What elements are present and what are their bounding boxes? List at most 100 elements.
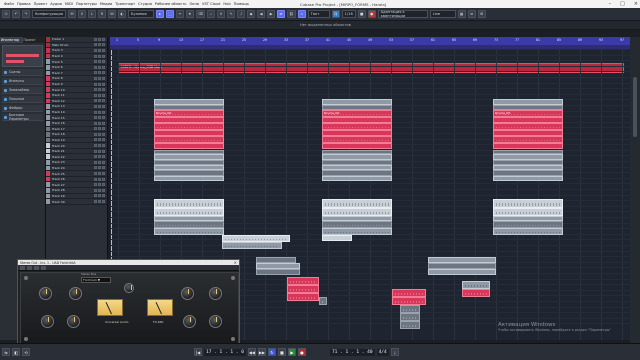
mute-track-button[interactable]	[94, 144, 97, 148]
record-track-button[interactable]	[102, 183, 105, 187]
listen-button[interactable]: L	[88, 10, 96, 18]
mute-track-button[interactable]	[94, 149, 97, 153]
layout-button[interactable]: ▦	[457, 10, 466, 18]
inspector-row-sends[interactable]: Посылки	[2, 96, 43, 103]
solo-track-button[interactable]	[98, 88, 101, 92]
mute-track-button[interactable]	[94, 88, 97, 92]
solo-track-button[interactable]	[98, 149, 101, 153]
preset-icon[interactable]	[34, 265, 39, 270]
event-clip[interactable]	[154, 228, 224, 235]
color-button[interactable]: ■	[357, 10, 366, 18]
solo-track-button[interactable]	[98, 99, 101, 103]
split-tool-button[interactable]: ✂	[176, 10, 184, 18]
mute-track-button[interactable]	[94, 54, 97, 58]
monitor-button[interactable]: ◐	[118, 10, 126, 18]
menu-item[interactable]: Hub	[223, 2, 230, 6]
auto-scroll-button[interactable]: ⇄	[277, 10, 286, 18]
mute-track-button[interactable]	[94, 132, 97, 136]
record-track-button[interactable]	[102, 188, 105, 192]
bypass-icon[interactable]	[20, 265, 25, 270]
timeline-ruler[interactable]: 1 5 9 13 17 21 25 29 33 37 41 45 49 53 57 61 65 69 73 77 81 8…	[110, 37, 630, 45]
read-button[interactable]: R	[98, 10, 106, 18]
event-clip[interactable]	[154, 142, 224, 149]
solo-track-button[interactable]	[98, 54, 101, 58]
compare-icon[interactable]	[41, 265, 46, 270]
solo-track-button[interactable]	[98, 43, 101, 47]
record-track-button[interactable]	[102, 166, 105, 170]
metronome-button[interactable]: ♩	[390, 348, 399, 356]
record-mode-button[interactable]: ●	[367, 10, 376, 18]
solo-track-button[interactable]	[98, 160, 101, 164]
stop-button[interactable]: ■	[277, 348, 286, 356]
record-track-button[interactable]	[102, 99, 105, 103]
power-icon[interactable]	[27, 265, 32, 270]
mute-track-button[interactable]	[94, 194, 97, 198]
record-button[interactable]: ●	[297, 348, 306, 356]
quantize-icon[interactable]: Q	[331, 10, 340, 18]
forward-button[interactable]: ▶▶	[257, 348, 266, 356]
solo-track-button[interactable]	[98, 76, 101, 80]
event-clip[interactable]	[287, 285, 319, 293]
mute-track-button[interactable]	[94, 37, 97, 41]
menu-item[interactable]: Аудио	[50, 2, 62, 6]
erase-tool-button[interactable]: ⌫	[196, 10, 206, 18]
menu-item[interactable]: Проект	[34, 2, 48, 6]
mute-track-button[interactable]	[94, 71, 97, 75]
glue-tool-button[interactable]: ⊕	[186, 10, 194, 18]
event-clip[interactable]	[154, 176, 224, 181]
menu-item[interactable]: Файл	[4, 2, 14, 6]
pan-slider[interactable]	[6, 60, 24, 63]
snap-field[interactable]: Такт	[307, 10, 330, 18]
cycle-button[interactable]: ↻	[267, 348, 276, 356]
mute-track-button[interactable]	[94, 43, 97, 47]
event-clip[interactable]	[493, 228, 563, 235]
meter-select-knob[interactable]	[124, 283, 134, 293]
solo-track-button[interactable]	[98, 65, 101, 69]
event-clip[interactable]	[322, 142, 392, 149]
menu-item[interactable]: VST Cloud	[202, 2, 220, 6]
minimize-icon[interactable]: –	[609, 1, 612, 7]
record-track-button[interactable]	[102, 116, 105, 120]
menu-item[interactable]: Медиа	[100, 2, 112, 6]
track-row[interactable]: Track 30	[46, 199, 107, 205]
volume-slider[interactable]	[6, 54, 39, 57]
close-icon[interactable]: ×	[634, 1, 638, 7]
inspector-row-quick-controls[interactable]: Быстрые Параметры	[2, 113, 43, 121]
record-track-button[interactable]	[102, 138, 105, 142]
scroll-thumb[interactable]	[633, 77, 637, 137]
sidechain-knob[interactable]	[183, 315, 196, 328]
solo-track-button[interactable]	[98, 82, 101, 86]
event-clip[interactable]	[222, 242, 282, 249]
event-clip[interactable]	[462, 289, 490, 297]
tab-project[interactable]: Проект	[23, 37, 46, 43]
time-constant-knob[interactable]	[41, 315, 54, 328]
pre-roll-button[interactable]: ⟲	[22, 348, 30, 356]
link-button[interactable]: ⛓	[287, 10, 296, 18]
headroom-knob[interactable]	[209, 315, 222, 328]
menu-item[interactable]: Окна	[189, 2, 199, 6]
mute-track-button[interactable]	[94, 65, 97, 69]
solo-track-button[interactable]	[98, 71, 101, 75]
solo-track-button[interactable]	[98, 116, 101, 120]
mute-track-button[interactable]	[94, 177, 97, 181]
menu-item[interactable]: Правка	[17, 2, 31, 6]
mute-track-button[interactable]	[94, 138, 97, 142]
event-clip[interactable]	[322, 176, 392, 181]
record-track-button[interactable]	[102, 60, 105, 64]
nudge-left-button[interactable]: ◀	[257, 10, 266, 18]
event-clip[interactable]	[322, 208, 392, 216]
mute-track-button[interactable]	[94, 82, 97, 86]
mute-track-button[interactable]	[94, 160, 97, 164]
solo-track-button[interactable]	[98, 48, 101, 52]
record-track-button[interactable]	[102, 48, 105, 52]
select-tool-button[interactable]: ▸	[156, 10, 164, 18]
zoom-tool-button[interactable]: ⌕	[207, 10, 216, 18]
event-clip[interactable]	[493, 221, 563, 228]
record-track-button[interactable]	[102, 54, 105, 58]
line-field[interactable]: Line	[429, 10, 456, 18]
solo-button[interactable]: S	[78, 10, 86, 18]
solo-track-button[interactable]	[98, 194, 101, 198]
record-track-button[interactable]	[102, 132, 105, 136]
mute-track-button[interactable]	[94, 104, 97, 108]
menu-item[interactable]: Рабочее область	[155, 2, 187, 6]
